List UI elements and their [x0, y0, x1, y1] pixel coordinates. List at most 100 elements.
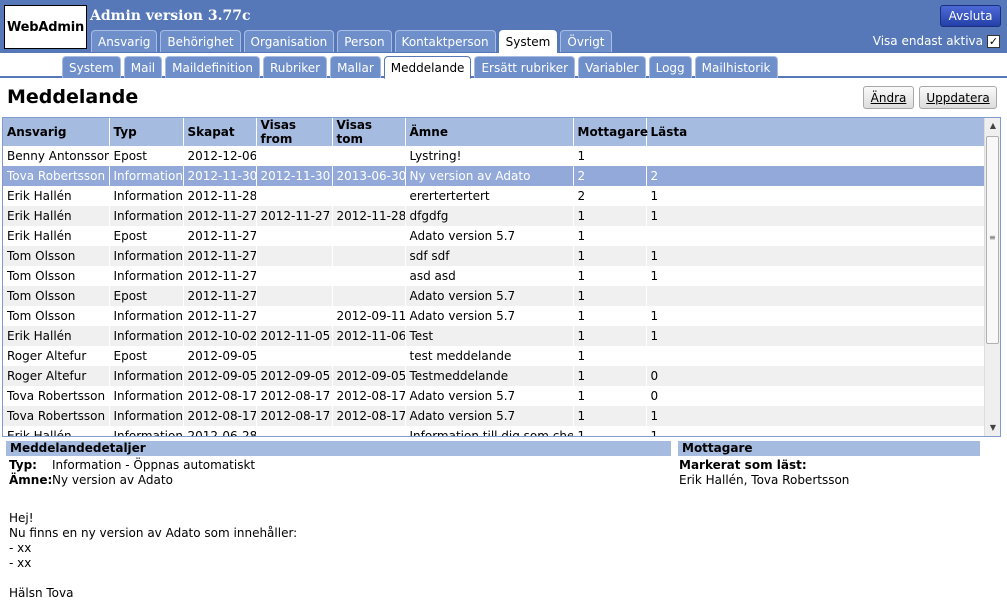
subtab-maildefinition[interactable]: Maildefinition — [165, 56, 260, 78]
table-cell: Lystring! — [405, 146, 574, 166]
tab-övrigt[interactable]: Övrigt — [560, 30, 612, 52]
table-cell: 1 — [646, 326, 986, 346]
table-cell: 1 — [646, 306, 986, 326]
scroll-thumb[interactable]: ≡ — [986, 136, 999, 344]
subtab-logg[interactable]: Logg — [648, 56, 692, 78]
table-cell: 2012-06-28 — [183, 426, 257, 436]
table-row[interactable]: Tova Robertsson Information 2012-08-17 2012… — [3, 386, 986, 406]
table-cell: Information till dig som chef — [405, 426, 574, 436]
table-row[interactable]: Roger Altefur Epost 2012-09-05 test meddela… — [3, 346, 986, 366]
table-cell: Tom Olsson — [3, 266, 110, 286]
table-cell: 2012-11-27 — [183, 226, 257, 246]
active-only-filter[interactable]: Visa endast aktiva ✓ — [873, 34, 1000, 48]
active-only-checkbox[interactable]: ✓ — [987, 34, 1000, 48]
table-cell: 1 — [573, 266, 647, 286]
table-cell: dfgdfg — [405, 206, 574, 226]
table-cell: asd asd — [405, 266, 574, 286]
table-row[interactable]: Erik Hallén Epost 2012-11-27 Adato version … — [3, 226, 986, 246]
edit-button[interactable]: Ändra — [863, 86, 914, 109]
table-cell — [256, 226, 333, 246]
column-header[interactable]: Lästa — [646, 118, 986, 146]
message-grid: Ansvarig Typ Skapat Visas from Visas tom Ämne… — [3, 118, 986, 436]
refresh-button[interactable]: Uppdatera — [919, 86, 997, 109]
table-cell: 2013-06-30 — [332, 166, 406, 186]
table-row[interactable]: Tom Olsson Information 2012-11-27 sdf sdf 1 1 — [3, 246, 986, 266]
subtab-mailhistorik[interactable]: Mailhistorik — [694, 56, 778, 78]
table-row[interactable]: Tom Olsson Information 2012-11-27 asd asd 1 1 — [3, 266, 986, 286]
read-value: Erik Hallén, Tova Robertsson — [679, 473, 850, 487]
column-header[interactable]: Mottagare — [573, 118, 648, 146]
table-cell: Tova Robertsson — [3, 386, 110, 406]
table-row[interactable]: Tova Robertsson Information 2012-08-17 2012… — [3, 406, 986, 426]
table-cell: 2012-12-06 — [183, 146, 257, 166]
table-cell — [646, 286, 986, 306]
column-header[interactable]: Ansvarig — [3, 118, 110, 146]
table-cell: Ny version av Adato — [405, 166, 574, 186]
table-cell: 2012-11-27 — [183, 266, 257, 286]
table-row[interactable]: Tom Olsson Epost 2012-11-27 Adato version 5… — [3, 286, 986, 306]
tab-kontaktperson[interactable]: Kontaktperson — [394, 30, 496, 52]
message-details: Typ: Information - Öppnas automatiskt Äm… — [9, 458, 297, 601]
table-cell — [256, 346, 333, 366]
table-cell: Erik Hallén — [3, 426, 110, 436]
table-row[interactable]: Benny Antonsson Epost 2012-12-06 Lystring! 1 — [3, 146, 986, 166]
table-row[interactable]: Tova Robertsson Information 2012-11-30 2012… — [3, 166, 986, 186]
table-cell — [332, 426, 406, 436]
table-cell: 2012-11-27 — [183, 246, 257, 266]
subject-value: Ny version av Adato — [52, 473, 173, 487]
grip-icon: ≡ — [989, 233, 996, 242]
subtab-rubriker[interactable]: Rubriker — [262, 56, 328, 78]
table-header: Ansvarig Typ Skapat Visas from Visas tom Ämne… — [3, 118, 986, 146]
table-scrollbar[interactable]: ▲ ≡ ▼ — [984, 118, 1000, 436]
subject-label: Ämne: — [9, 473, 53, 487]
main-tabs: Ansvarig Behörighet Organisation Person Kont… — [91, 30, 612, 53]
subtab-variabler[interactable]: Variabler — [578, 56, 646, 78]
column-header[interactable]: Ämne — [405, 118, 574, 146]
table-cell: Information — [109, 366, 184, 386]
subtab-mail[interactable]: Mail — [123, 56, 163, 78]
table-cell — [646, 226, 986, 246]
column-header[interactable]: Visas from — [256, 118, 333, 146]
table-cell: 2012-11-05 — [256, 326, 333, 346]
subtab-mallar[interactable]: Mallar — [330, 56, 381, 78]
tab-person[interactable]: Person — [337, 30, 392, 52]
table-row[interactable]: Erik Hallén Information 2012-06-28 Informat… — [3, 426, 986, 436]
tab-organisation[interactable]: Organisation — [243, 30, 335, 52]
table-cell: 1 — [573, 246, 647, 266]
table-row[interactable]: Tom Olsson Information 2012-11-27 2012-09-1… — [3, 306, 986, 326]
table-cell — [332, 346, 406, 366]
table-cell: Erik Hallén — [3, 206, 110, 226]
table-row[interactable]: Erik Hallén Information 2012-11-27 2012-11-… — [3, 206, 986, 226]
scroll-up-icon[interactable]: ▲ — [985, 118, 1000, 134]
table-cell — [256, 286, 333, 306]
table-cell: 2012-08-17 — [332, 386, 406, 406]
column-header[interactable]: Skapat — [183, 118, 257, 146]
column-header[interactable]: Typ — [109, 118, 184, 146]
table-row[interactable]: Roger Altefur Information 2012-09-05 2012-0… — [3, 366, 986, 386]
subtab-system[interactable]: System — [62, 56, 121, 78]
type-value: Information - Öppnas automatiskt — [52, 458, 256, 472]
table-row[interactable]: Erik Hallén Information 2012-10-02 2012-11-… — [3, 326, 986, 346]
table-cell — [332, 226, 406, 246]
table-cell: Information — [109, 206, 184, 226]
exit-button[interactable]: Avsluta — [940, 5, 1001, 27]
table-cell: sdf sdf — [405, 246, 574, 266]
tab-behörighet[interactable]: Behörighet — [160, 30, 241, 52]
scroll-down-icon[interactable]: ▼ — [985, 420, 1000, 436]
table-cell: Erik Hallén — [3, 326, 110, 346]
table-cell: 2012-08-17 — [332, 406, 406, 426]
table-cell: Information — [109, 186, 184, 206]
table-cell: Erik Hallén — [3, 186, 110, 206]
table-cell: Benny Antonsson — [3, 146, 110, 166]
table-cell — [332, 186, 406, 206]
subtab-ersätt-rubriker[interactable]: Ersätt rubriker — [474, 56, 576, 78]
column-header[interactable]: Visas tom — [332, 118, 406, 146]
table-row[interactable]: Erik Hallén Information 2012-11-28 erertert… — [3, 186, 986, 206]
tab-ansvarig[interactable]: Ansvarig — [91, 30, 158, 52]
subtab-meddelande[interactable]: Meddelande — [383, 56, 472, 79]
table-cell — [256, 146, 333, 166]
sub-tabs: System Mail Maildefinition Rubriker Mallar Me… — [62, 56, 778, 79]
tab-system[interactable]: System — [498, 30, 558, 53]
app-title: Admin version 3.77c — [90, 8, 251, 24]
table-cell: 1 — [646, 426, 986, 436]
